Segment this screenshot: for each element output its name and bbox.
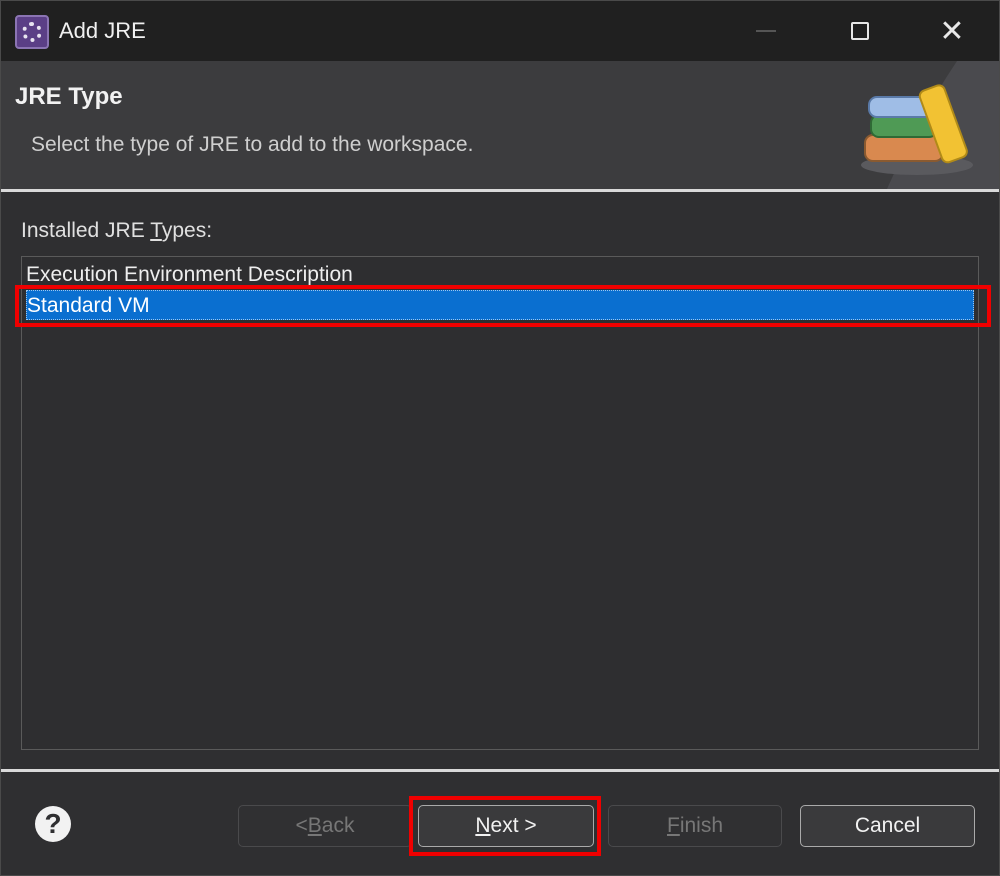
header-separator: [1, 189, 999, 192]
title-bar[interactable]: Add JRE ✕: [1, 1, 999, 61]
books-icon: [861, 61, 999, 189]
minimize-icon: [756, 30, 776, 32]
finish-button[interactable]: Finish: [608, 805, 782, 847]
maximize-icon: [851, 22, 869, 40]
window-title: Add JRE: [59, 18, 146, 43]
highlight-box-standard-vm: [15, 285, 991, 327]
page-description: Select the type of JRE to add to the wor…: [31, 133, 474, 156]
highlight-box-next: [409, 796, 601, 856]
close-icon: ✕: [939, 14, 965, 48]
footer-separator: [1, 769, 999, 772]
back-button[interactable]: < Back: [238, 805, 412, 847]
maximize-button[interactable]: [837, 9, 883, 53]
add-jre-dialog: Add JRE ✕ JRE Type Select the type of JR…: [0, 0, 1000, 876]
cancel-button[interactable]: Cancel: [800, 805, 975, 847]
installed-jre-types-label: Installed JRE Types:: [21, 219, 213, 242]
wizard-header: JRE Type Select the type of JRE to add t…: [1, 61, 999, 191]
help-icon[interactable]: ?: [35, 806, 71, 842]
eclipse-app-icon: [15, 15, 49, 49]
close-button[interactable]: ✕: [929, 9, 975, 53]
page-title: JRE Type: [15, 83, 123, 110]
minimize-button[interactable]: [743, 9, 789, 53]
jre-types-list[interactable]: Execution Environment Description Standa…: [21, 256, 979, 750]
